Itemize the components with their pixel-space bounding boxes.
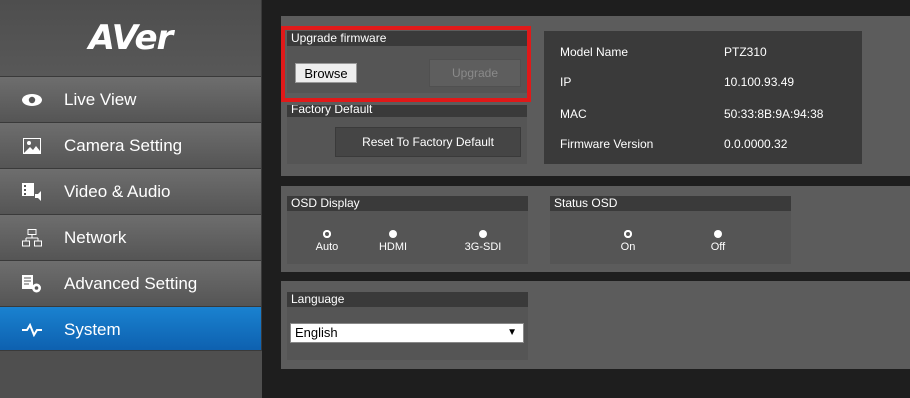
pulse-icon [18, 319, 46, 341]
status-osd-title: Status OSD [550, 196, 791, 211]
sidebar-item-system[interactable]: System [0, 306, 261, 352]
info-value: PTZ310 [724, 45, 767, 59]
video-audio-icon [18, 181, 46, 203]
info-row-model-name: Model Name PTZ310 [560, 45, 850, 59]
osd-display-title: OSD Display [287, 196, 528, 211]
image-icon [18, 135, 46, 157]
osd-radio-3g-sdi[interactable]: 3G-SDI [453, 230, 513, 253]
factory-default-title: Factory Default [287, 105, 527, 117]
info-value: 10.100.93.49 [724, 75, 795, 89]
info-value: 0.0.0000.32 [724, 137, 788, 151]
sidebar-item-label: Camera Setting [64, 135, 183, 155]
sidebar-item-network[interactable]: Network [0, 214, 261, 260]
radio-dot [389, 230, 397, 238]
network-icon [18, 227, 46, 249]
sidebar-item-label: Video & Audio [64, 181, 171, 201]
info-key: IP [560, 75, 572, 89]
language-select[interactable]: English ▼ [290, 323, 524, 343]
status-osd-box: Status OSD On Off [550, 196, 791, 264]
radio-label: HDMI [378, 241, 408, 253]
language-title: Language [287, 292, 528, 307]
language-selected-value: English [295, 325, 338, 340]
sidebar-item-live-view[interactable]: Live View [0, 76, 261, 122]
info-key: Model Name [560, 45, 629, 59]
radio-label: 3G-SDI [464, 241, 502, 253]
sidebar-item-label: Advanced Setting [64, 273, 198, 293]
logo: AVer [0, 0, 261, 76]
logo-text: AVer [88, 18, 174, 58]
info-key: MAC [560, 107, 587, 121]
sidebar-item-label: Live View [64, 89, 137, 109]
sidebar: AVer Live View Camera Setting Video & Au… [0, 0, 262, 398]
sidebar-item-label: System [64, 319, 121, 339]
highlight-box [281, 26, 531, 102]
sidebar-item-label: Network [64, 227, 127, 247]
factory-default-box: Factory Default Reset To Factory Default [287, 105, 527, 164]
sidebar-item-video-audio[interactable]: Video & Audio [0, 168, 261, 214]
language-box: Language English ▼ [287, 292, 528, 360]
radio-label: Auto [315, 241, 339, 253]
info-row-ip: IP 10.100.93.49 [560, 75, 850, 89]
reset-factory-default-button[interactable]: Reset To Factory Default [335, 127, 521, 157]
advanced-setting-icon [18, 273, 46, 295]
radio-dot [479, 230, 487, 238]
info-value: 50:33:8B:9A:94:38 [724, 107, 824, 121]
device-info-box: Model Name PTZ310 IP 10.100.93.49 MAC 50… [544, 31, 862, 164]
sidebar-item-camera-setting[interactable]: Camera Setting [0, 122, 261, 168]
info-row-firmware-version: Firmware Version 0.0.0000.32 [560, 137, 850, 151]
radio-dot [323, 230, 331, 238]
sidebar-empty-area [0, 350, 262, 398]
eye-icon [18, 89, 46, 111]
osd-radio-auto[interactable]: Auto [297, 230, 357, 253]
sidebar-item-advanced-setting[interactable]: Advanced Setting [0, 260, 261, 306]
info-key: Firmware Version [560, 137, 654, 151]
radio-label: Off [710, 241, 726, 253]
radio-dot [714, 230, 722, 238]
status-osd-radio-off[interactable]: Off [688, 230, 748, 253]
radio-dot [624, 230, 632, 238]
osd-radio-hdmi[interactable]: HDMI [363, 230, 423, 253]
radio-label: On [620, 241, 636, 253]
chevron-down-icon: ▼ [507, 327, 517, 338]
info-row-mac: MAC 50:33:8B:9A:94:38 [560, 107, 850, 121]
status-osd-radio-on[interactable]: On [598, 230, 658, 253]
osd-display-box: OSD Display Auto HDMI 3G-SDI [287, 196, 528, 264]
reset-factory-default-label: Reset To Factory Default [362, 135, 494, 149]
